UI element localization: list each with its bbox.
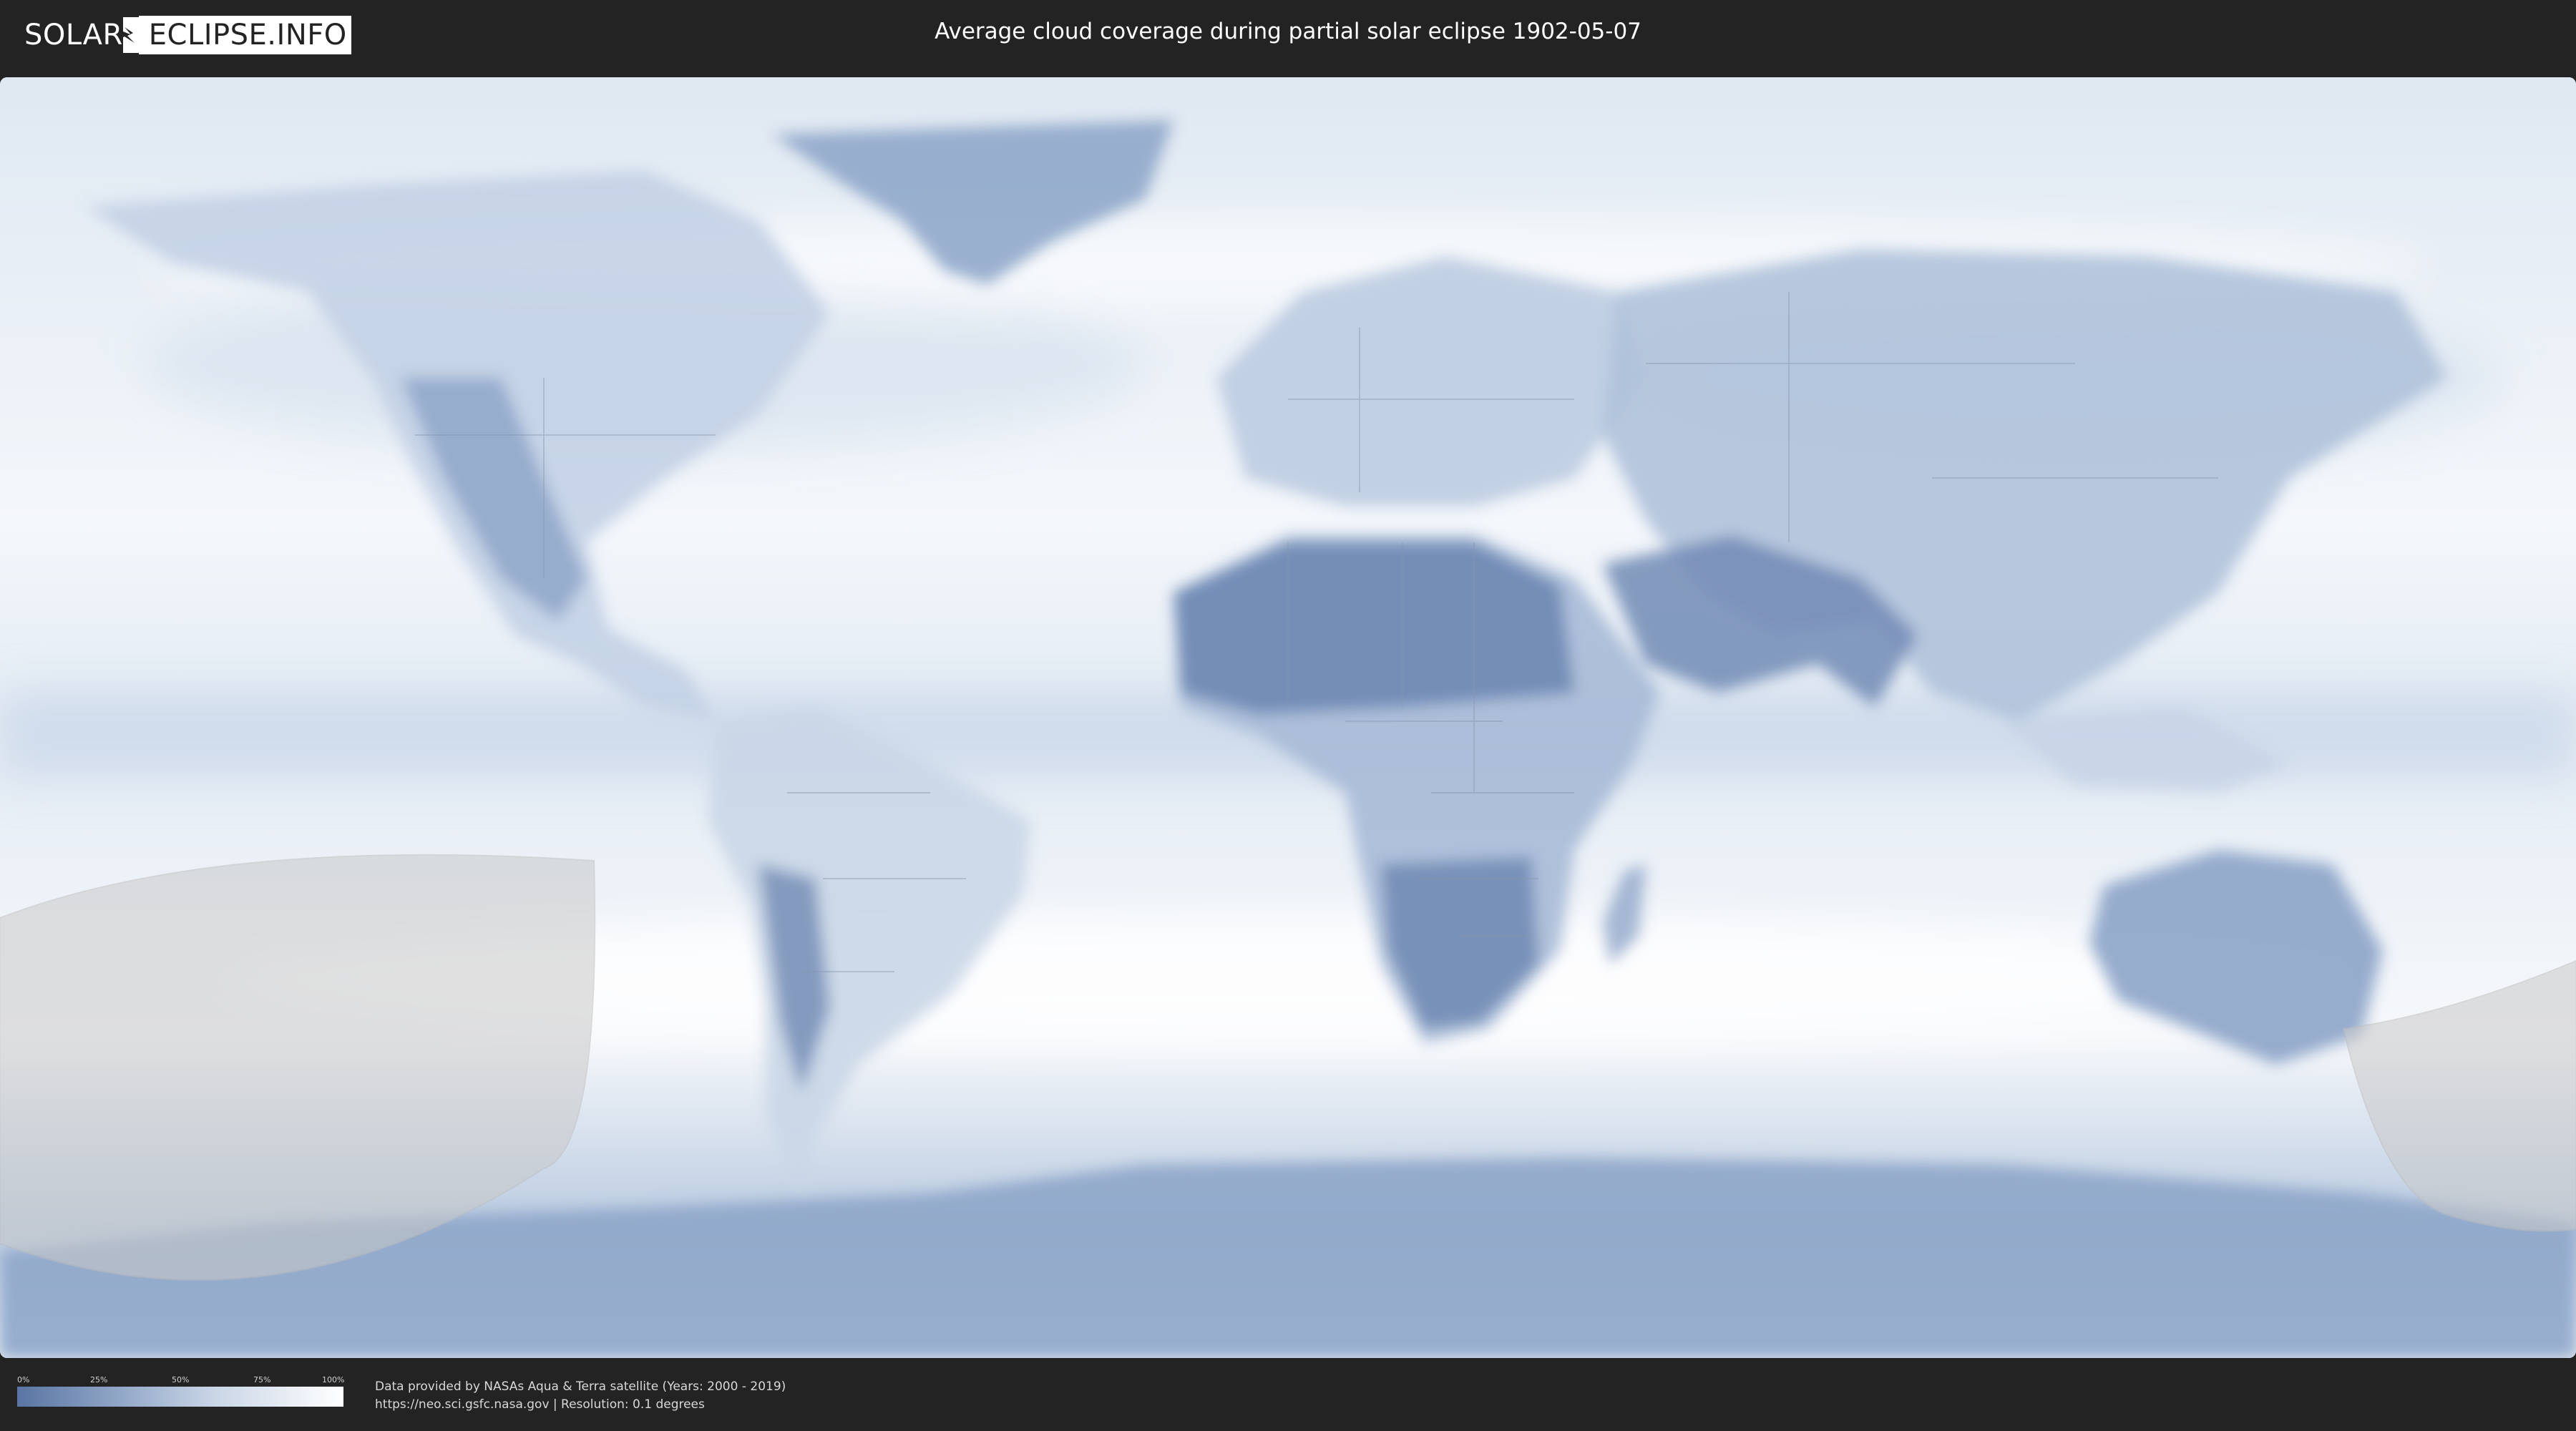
- credits-line-url: https://neo.sci.gsfc.nasa.gov | Resoluti…: [375, 1397, 705, 1412]
- page-title: Average cloud coverage during partial so…: [935, 19, 1641, 44]
- cloud-coverage-map[interactable]: [0, 77, 2576, 1358]
- sahara-region: [1174, 542, 1574, 714]
- legend-tick-25: 25%: [90, 1375, 108, 1384]
- legend-ticks: 0% 25% 50% 75% 100%: [17, 1375, 345, 1387]
- legend-tick-0: 0%: [17, 1375, 30, 1384]
- header-bar: SOLAR ECLIPSE.INFO Average cloud coverag…: [0, 0, 2576, 72]
- data-credits: Data provided by NASAs Aqua & Terra sate…: [375, 1378, 786, 1414]
- world-map-svg: [0, 77, 2576, 1358]
- legend-tick-50: 50%: [172, 1375, 190, 1384]
- legend-gradient-bar: [17, 1387, 343, 1407]
- credits-line-source: Data provided by NASAs Aqua & Terra sate…: [375, 1379, 786, 1394]
- legend-tick-75: 75%: [253, 1375, 271, 1384]
- legend-tick-100: 100%: [322, 1375, 345, 1384]
- coverage-legend: 0% 25% 50% 75% 100%: [17, 1375, 345, 1407]
